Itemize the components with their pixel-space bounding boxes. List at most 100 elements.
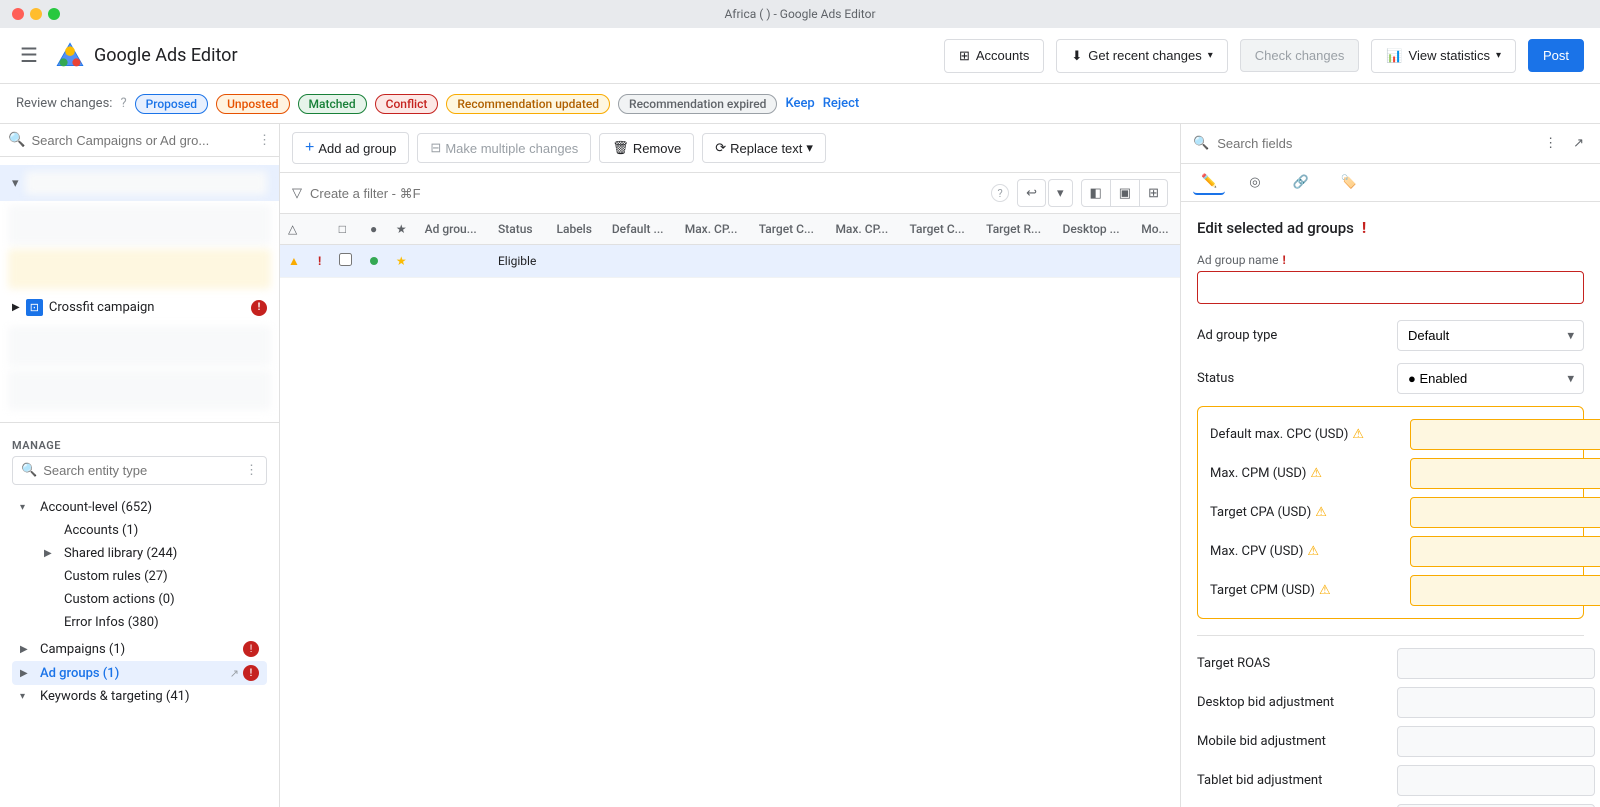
mobile-bid-input[interactable] bbox=[1397, 726, 1595, 757]
manage-search-input[interactable] bbox=[43, 463, 239, 478]
target-cpm-input[interactable] bbox=[1410, 575, 1600, 606]
undo-button[interactable]: ↩ bbox=[1017, 179, 1046, 207]
star-icon: ★ bbox=[396, 254, 407, 268]
rec-expired-badge[interactable]: Recommendation expired bbox=[618, 94, 777, 114]
nav-ad-groups[interactable]: ▶ Ad groups (1) ↗ ! bbox=[12, 661, 267, 685]
error-infos-label: Error Infos (380) bbox=[64, 615, 259, 630]
edit-error-icon: ! bbox=[1362, 218, 1366, 237]
right-panel-header: 🔍 ⋮ ↗ bbox=[1181, 124, 1600, 164]
close-dot[interactable] bbox=[12, 8, 24, 20]
sidebar-search-icon: 🔍 bbox=[8, 132, 25, 148]
get-recent-chevron-icon: ▾ bbox=[1208, 50, 1213, 61]
row-triangle: ▲ bbox=[280, 245, 310, 278]
col-checkbox: □ bbox=[331, 214, 362, 245]
conflict-badge[interactable]: Conflict bbox=[375, 94, 439, 114]
max-cpv-input[interactable] bbox=[1410, 536, 1600, 567]
open-external-icon[interactable]: ↗ bbox=[1569, 132, 1588, 155]
right-search-input[interactable] bbox=[1217, 136, 1532, 151]
manage-search-more-icon[interactable]: ⋮ bbox=[245, 463, 258, 478]
ad-group-type-select[interactable]: Default bbox=[1397, 320, 1584, 351]
sidebar-search-input[interactable] bbox=[31, 133, 252, 148]
filter-help-icon[interactable]: ? bbox=[991, 184, 1009, 202]
tree-item-selected-top[interactable]: ▾ bbox=[0, 165, 279, 201]
row-mo bbox=[1133, 245, 1180, 278]
manage-section: MANAGE 🔍 ⋮ ▾ Account-level (652) Account… bbox=[0, 423, 279, 716]
tree-crossfit-campaign[interactable]: ▶ ⊡ Crossfit campaign ! bbox=[0, 293, 279, 322]
nav-custom-actions[interactable]: Custom actions (0) bbox=[36, 588, 267, 611]
table-row[interactable]: ▲ ! ★ Eligible bbox=[280, 245, 1180, 278]
ad-group-name-input[interactable] bbox=[1197, 271, 1584, 304]
nav-keywords[interactable]: ▾ Keywords & targeting (41) bbox=[12, 685, 267, 708]
reject-button[interactable]: Reject bbox=[823, 96, 860, 111]
conflict-section: Default max. CPC (USD) ⚠ Max. CPM (USD) … bbox=[1197, 406, 1584, 619]
undo-dropdown-button[interactable]: ▾ bbox=[1048, 179, 1073, 207]
max-cpm-label: Max. CPM (USD) ⚠ bbox=[1210, 466, 1410, 481]
download-icon: ⬇ bbox=[1071, 48, 1082, 64]
center-content: + Add ad group ⊟ Make multiple changes 🗑… bbox=[280, 124, 1180, 807]
max-cpm-row: Max. CPM (USD) ⚠ bbox=[1210, 458, 1571, 489]
maximize-dot[interactable] bbox=[48, 8, 60, 20]
nav-shared-library[interactable]: ▶ Shared library (244) bbox=[36, 542, 267, 565]
expand-keywords-icon: ▾ bbox=[20, 691, 36, 702]
row-checkbox-input[interactable] bbox=[339, 253, 352, 266]
ad-groups-external-icon[interactable]: ↗ bbox=[230, 667, 239, 680]
tab-circle-icon[interactable]: ◎ bbox=[1241, 171, 1268, 194]
layout-split-left-button[interactable]: ◧ bbox=[1082, 180, 1111, 206]
nav-account-level-item[interactable]: ▾ Account-level (652) bbox=[12, 496, 267, 519]
tab-tag-icon[interactable]: 🏷️ bbox=[1333, 171, 1365, 194]
tablet-bid-input[interactable] bbox=[1397, 765, 1595, 796]
unposted-badge[interactable]: Unposted bbox=[216, 94, 289, 114]
nav-accounts[interactable]: Accounts (1) bbox=[36, 519, 267, 542]
target-cpa-input[interactable] bbox=[1410, 497, 1600, 528]
matched-badge[interactable]: Matched bbox=[298, 94, 367, 114]
accounts-button[interactable]: ⊞ Accounts bbox=[944, 39, 1044, 73]
sidebar-search-more-icon[interactable]: ⋮ bbox=[258, 133, 271, 148]
tab-link-icon[interactable]: 🔗 bbox=[1285, 171, 1317, 194]
expand-shared-icon: ▶ bbox=[44, 548, 60, 559]
layout-full-button[interactable]: ⊞ bbox=[1140, 180, 1167, 206]
tree-chevron-right-icon: ▶ bbox=[12, 302, 20, 313]
col-triangle: △ bbox=[280, 214, 310, 245]
filter-input[interactable] bbox=[310, 186, 983, 201]
minimize-dot[interactable] bbox=[30, 8, 42, 20]
post-button[interactable]: Post bbox=[1528, 39, 1584, 72]
proposed-badge[interactable]: Proposed bbox=[135, 94, 208, 114]
accounts-nav-label: Accounts (1) bbox=[64, 523, 259, 538]
make-multiple-changes-button[interactable]: ⊟ Make multiple changes bbox=[417, 133, 591, 163]
main-content: 🔍 ⋮ ▾ ▶ ⊡ Crossfit campaign ! MANAGE bbox=[0, 124, 1600, 807]
status-select[interactable]: ● Enabled bbox=[1397, 363, 1584, 394]
crossfit-error-badge: ! bbox=[251, 300, 267, 316]
get-recent-changes-button[interactable]: ⬇ Get recent changes ▾ bbox=[1056, 39, 1227, 73]
replace-text-button[interactable]: ⟳ Replace text ▾ bbox=[702, 133, 826, 163]
add-ad-group-button[interactable]: + Add ad group bbox=[292, 132, 409, 164]
col-mo: Mo... bbox=[1133, 214, 1180, 245]
row-checkbox[interactable] bbox=[331, 245, 362, 278]
rec-updated-badge[interactable]: Recommendation updated bbox=[446, 94, 610, 114]
titlebar: Africa ( ) - Google Ads Editor bbox=[0, 0, 1600, 28]
main-toolbar: + Add ad group ⊟ Make multiple changes 🗑… bbox=[280, 124, 1180, 173]
filter-bar: ▽ ? ↩ ▾ ◧ ▣ ⊞ bbox=[280, 173, 1180, 214]
nav-campaigns[interactable]: ▶ Campaigns (1) ! bbox=[12, 637, 267, 661]
target-roas-label: Target ROAS bbox=[1197, 656, 1397, 671]
more-options-icon[interactable]: ⋮ bbox=[1540, 132, 1561, 155]
manage-search-bar: 🔍 ⋮ bbox=[12, 456, 267, 485]
default-max-cpc-input[interactable] bbox=[1410, 419, 1600, 450]
desktop-bid-input[interactable] bbox=[1397, 687, 1595, 718]
target-cpm-row: Target CPM (USD) ⚠ bbox=[1210, 575, 1571, 606]
help-icon[interactable]: ? bbox=[120, 96, 126, 111]
max-cpm-warning-icon: ⚠ bbox=[1310, 466, 1322, 481]
remove-button[interactable]: 🗑 Remove bbox=[599, 133, 694, 163]
keep-button[interactable]: Keep bbox=[785, 96, 814, 111]
nav-error-infos[interactable]: Error Infos (380) bbox=[36, 611, 267, 634]
view-statistics-button[interactable]: 📊 View statistics ▾ bbox=[1371, 39, 1516, 73]
row-error: ! bbox=[310, 245, 331, 278]
tab-edit-icon[interactable]: ✏️ bbox=[1193, 170, 1225, 195]
layout-split-right-button[interactable]: ▣ bbox=[1111, 180, 1140, 206]
blurred-row-3 bbox=[8, 326, 271, 366]
max-cpm-input[interactable] bbox=[1410, 458, 1600, 489]
col-status: Status bbox=[490, 214, 549, 245]
check-changes-button[interactable]: Check changes bbox=[1240, 39, 1360, 72]
nav-custom-rules[interactable]: Custom rules (27) bbox=[36, 565, 267, 588]
hamburger-menu[interactable]: ☰ bbox=[16, 39, 42, 72]
target-roas-input[interactable] bbox=[1397, 648, 1595, 679]
